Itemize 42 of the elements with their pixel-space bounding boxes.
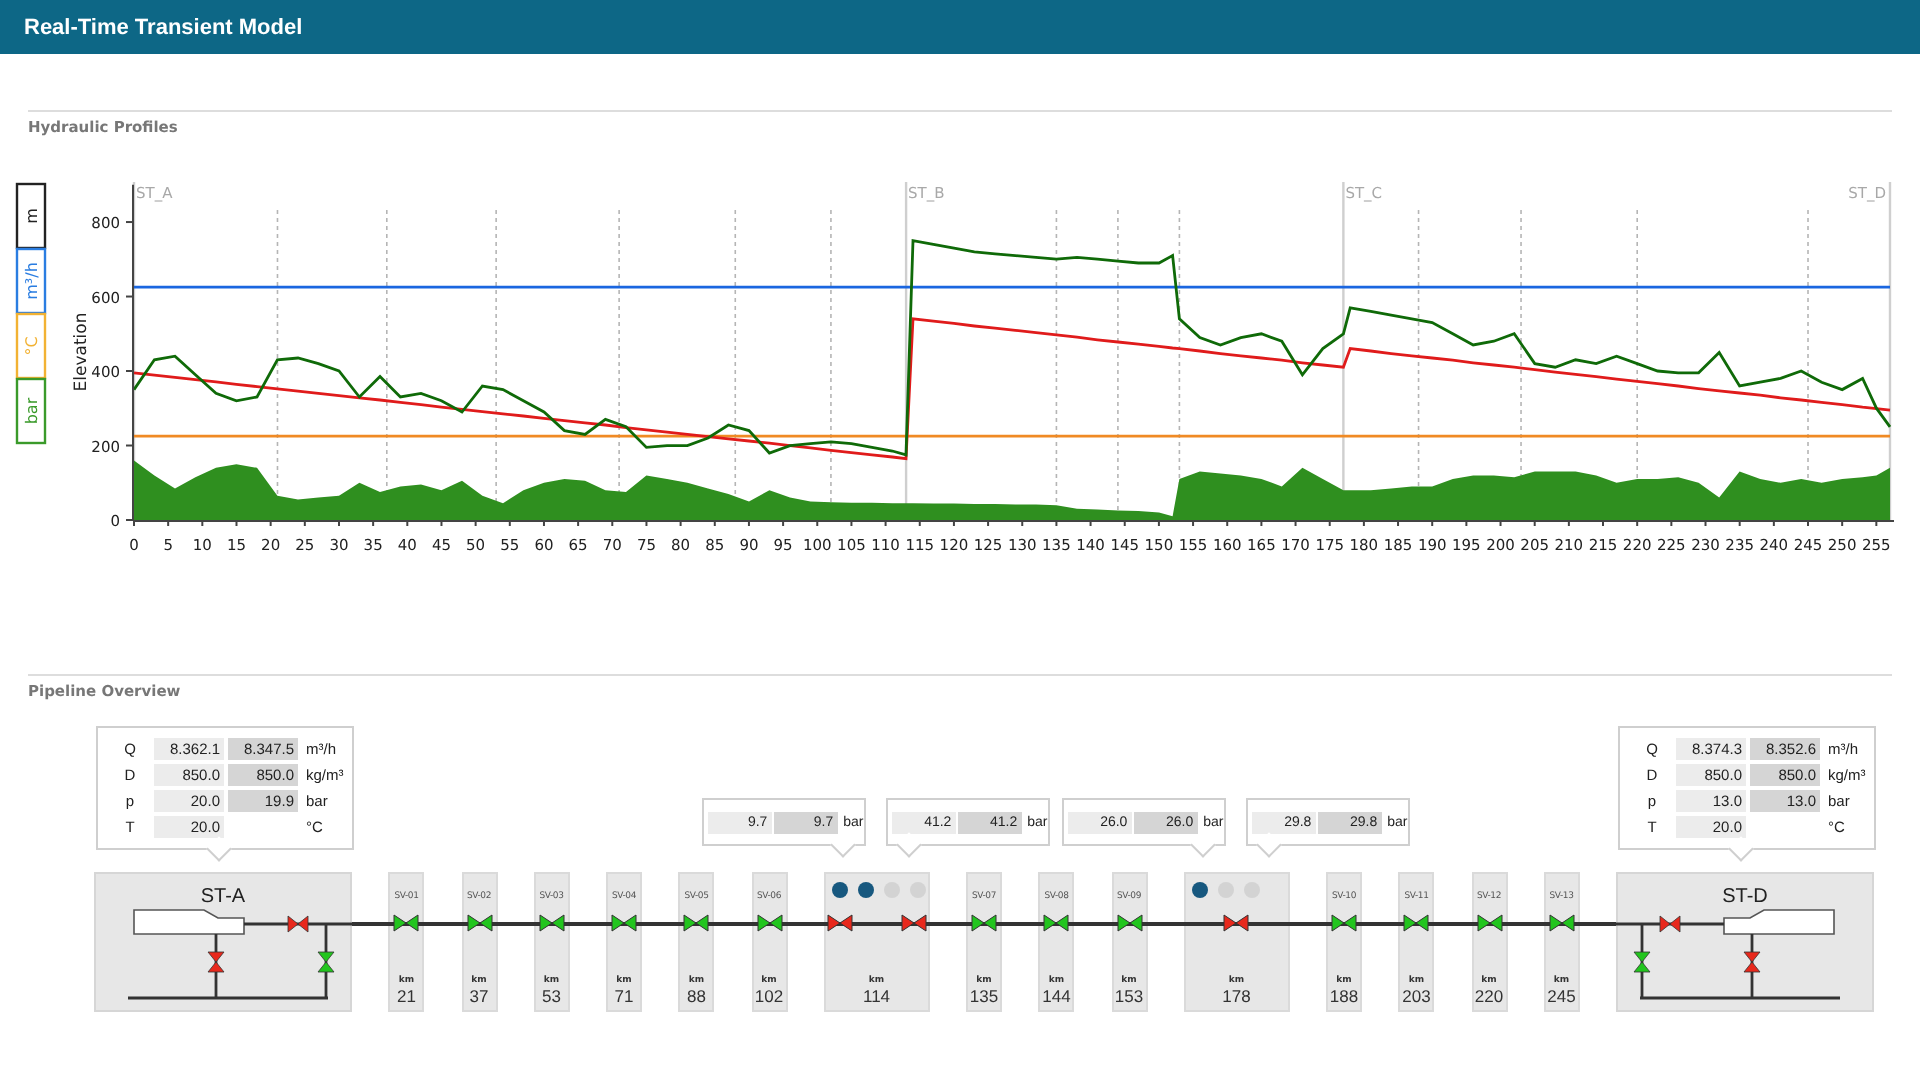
km-value: 88: [687, 986, 706, 1006]
km-value: 114: [862, 986, 891, 1006]
valve-icon[interactable]: [970, 914, 998, 932]
valve-icon[interactable]: [1402, 914, 1431, 932]
unit-tab[interactable]: bar: [15, 377, 47, 445]
station-name: ST-A: [198, 886, 248, 908]
valve-icon[interactable]: [1547, 914, 1576, 932]
valve-icon[interactable]: [682, 914, 711, 932]
valve-icon[interactable]: [317, 951, 335, 973]
axis-title: Elevation: [72, 312, 92, 392]
station-name: ST-D: [1720, 886, 1770, 908]
km-value: 53: [542, 986, 561, 1006]
unit-tab[interactable]: m³/h: [15, 247, 47, 315]
unit-tab[interactable]: m: [15, 182, 47, 250]
valve-icon[interactable]: [1115, 914, 1143, 932]
valve-icon[interactable]: [899, 914, 928, 932]
km-value: 220: [1474, 986, 1504, 1006]
valve-icon[interactable]: [465, 914, 493, 932]
km-value: 188: [1329, 986, 1359, 1006]
valve-icon[interactable]: [207, 951, 225, 973]
valve-icon[interactable]: [537, 914, 566, 932]
valve-icon[interactable]: [1633, 951, 1651, 973]
valve-icon[interactable]: [1330, 914, 1358, 932]
valve-icon[interactable]: [1222, 914, 1251, 932]
valve-icon[interactable]: [825, 914, 854, 932]
km-value: 71: [614, 986, 634, 1006]
valve-icon[interactable]: [1659, 915, 1681, 933]
valve-icon[interactable]: [1475, 914, 1503, 932]
km-value: 245: [1547, 986, 1576, 1006]
km-value: 102: [754, 986, 784, 1006]
km-value: 178: [1222, 986, 1251, 1006]
valve-icon[interactable]: [287, 915, 309, 933]
valve-icon[interactable]: [755, 914, 783, 932]
km-value: 21: [397, 986, 416, 1006]
valve-icon[interactable]: [610, 914, 638, 932]
valve-icon[interactable]: [1042, 914, 1071, 932]
km-value: 37: [469, 986, 489, 1006]
app-title: Real-Time Transient Model: [24, 15, 303, 39]
km-value: 153: [1114, 986, 1144, 1006]
valve-icon[interactable]: [392, 914, 421, 932]
km-value: 135: [969, 986, 999, 1006]
valve-icon[interactable]: [1743, 951, 1761, 973]
